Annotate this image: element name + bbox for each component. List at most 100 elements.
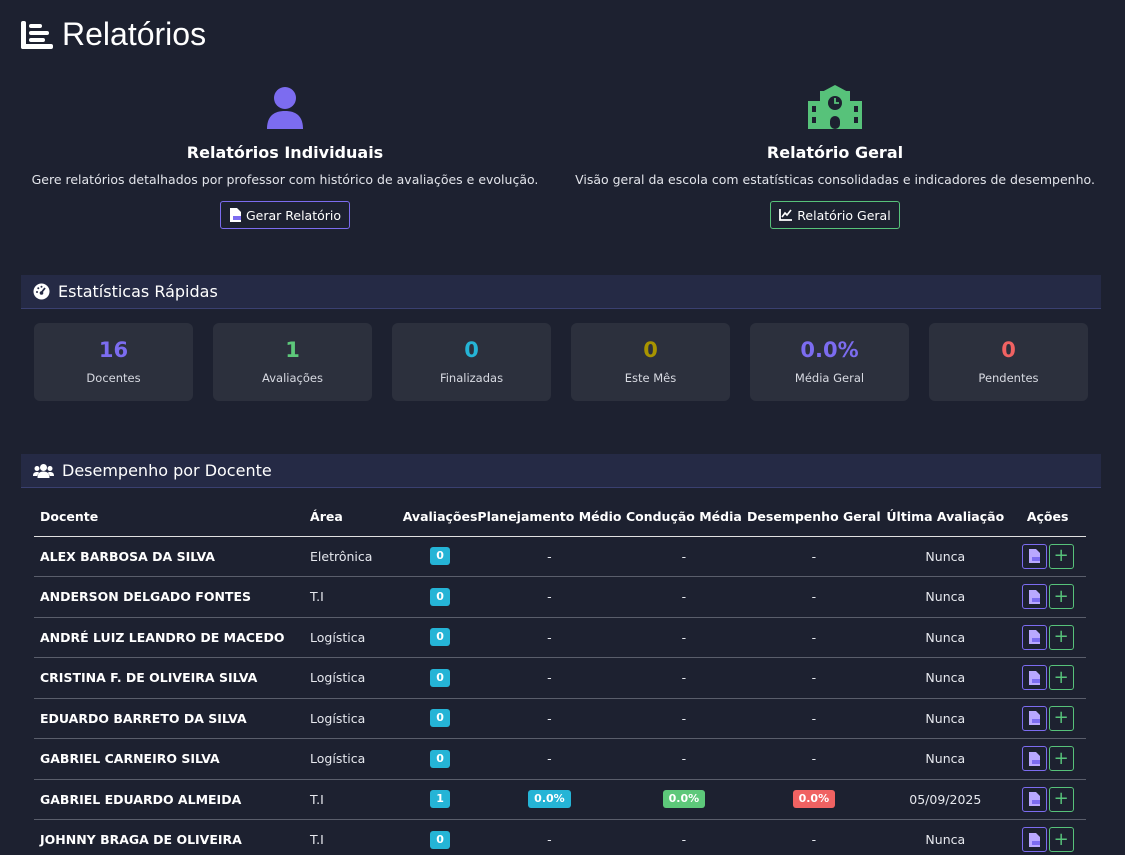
- school-icon: [808, 85, 862, 129]
- table-header-row: Docente Área Avaliações Planejamento Méd…: [34, 498, 1086, 537]
- plus-icon: +: [1053, 788, 1069, 810]
- table-row: CRISTINA F. DE OLIVEIRA SILVA Logística 0 -…: [34, 657, 1086, 699]
- user-icon: [267, 87, 303, 129]
- add-evaluation-button[interactable]: +: [1048, 543, 1074, 569]
- stat-value: 0.0%: [800, 337, 859, 362]
- column-header-planejamento[interactable]: Planejamento Médio: [477, 498, 622, 537]
- pdf-report-button[interactable]: [1021, 665, 1047, 691]
- area: T.I: [310, 576, 403, 618]
- actions-cell: +: [1009, 698, 1086, 739]
- performance-title: Desempenho por Docente: [62, 461, 272, 480]
- evaluations-cell: 0: [402, 576, 478, 618]
- column-header-docente[interactable]: Docente: [34, 498, 311, 537]
- area: Logística: [310, 738, 403, 780]
- conduct-value-cell: 0.0%: [621, 779, 747, 820]
- generate-report-button[interactable]: Gerar Relatório: [219, 201, 351, 229]
- evaluations-badge: 0: [430, 749, 451, 768]
- stat-value: 16: [98, 337, 129, 362]
- column-header-avaliacoes[interactable]: Avaliações: [402, 498, 478, 537]
- actions-cell: +: [1009, 657, 1086, 699]
- individual-reports-description: Gere relatórios detalhados por professor…: [31, 172, 539, 187]
- overall-value: -: [746, 576, 882, 618]
- pdf-report-button[interactable]: [1021, 543, 1047, 569]
- plus-icon: +: [1053, 585, 1069, 607]
- last-evaluation: Nunca: [881, 698, 1010, 739]
- evaluations-badge: 1: [430, 790, 451, 809]
- stat-label: Avaliações: [262, 370, 323, 385]
- evaluations-cell: 0: [402, 698, 478, 739]
- plus-icon: +: [1053, 828, 1069, 850]
- area: Logística: [310, 698, 403, 739]
- add-evaluation-button[interactable]: +: [1048, 746, 1074, 772]
- table-row: ALEX BARBOSA DA SILVA Eletrônica 0- - - Nunca…: [34, 536, 1086, 577]
- last-evaluation: Nunca: [881, 536, 1010, 577]
- overall-value-cell: 0.0%: [746, 779, 882, 820]
- pdf-report-button[interactable]: [1021, 624, 1047, 650]
- file-pdf-icon: [229, 208, 241, 222]
- pdf-report-button[interactable]: [1021, 705, 1047, 731]
- stat-avaliacoes: 1 Avaliações: [213, 323, 372, 401]
- actions-cell: +: [1009, 576, 1086, 618]
- area: Logística: [310, 617, 403, 658]
- add-evaluation-button[interactable]: +: [1048, 665, 1074, 691]
- stat-value: 0: [464, 337, 479, 362]
- general-report-description: Visão geral da escola com estatísticas c…: [575, 172, 1095, 187]
- pdf-report-button[interactable]: [1021, 786, 1047, 812]
- actions-cell: +: [1009, 819, 1086, 855]
- table-row: EDUARDO BARRETO DA SILVA Logística 0- - - Nun…: [34, 698, 1086, 739]
- add-evaluation-button[interactable]: +: [1048, 705, 1074, 731]
- column-header-conducao[interactable]: Condução Média: [621, 498, 747, 537]
- planning-value: -: [477, 738, 622, 780]
- stat-label: Pendentes: [978, 370, 1039, 385]
- evaluations-badge: 0: [430, 628, 451, 647]
- quick-stats-header: Estatísticas Rápidas: [21, 275, 1101, 309]
- planning-value: -: [477, 576, 622, 618]
- column-header-area[interactable]: Área: [310, 498, 403, 537]
- table-row: JOHNNY BRAGA DE OLIVEIRA T.I 0- - - Nunca +: [34, 819, 1086, 855]
- conduct-value: 0.0%: [662, 790, 706, 809]
- docente-name: EDUARDO BARRETO DA SILVA: [34, 698, 311, 739]
- add-evaluation-button[interactable]: +: [1048, 786, 1074, 812]
- actions-cell: +: [1009, 779, 1086, 820]
- add-evaluation-button[interactable]: +: [1048, 827, 1074, 853]
- overall-value: -: [746, 698, 882, 739]
- actions-cell: +: [1009, 536, 1086, 577]
- actions-cell: +: [1009, 617, 1086, 658]
- stat-label: Média Geral: [794, 370, 865, 385]
- stats-row: 16 Docentes 1 Avaliações 0 Finalizadas 0…: [34, 323, 1088, 401]
- docente-name: ANDRÉ LUIZ LEANDRO DE MACEDO: [34, 617, 311, 658]
- general-report-title: Relatório Geral: [766, 143, 904, 162]
- stat-finalizadas: 0 Finalizadas: [392, 323, 551, 401]
- individual-reports-title: Relatórios Individuais: [186, 143, 384, 162]
- evaluations-badge: 0: [430, 668, 451, 687]
- generate-report-label: Gerar Relatório: [245, 207, 342, 223]
- file-pdf-icon: [1028, 589, 1040, 604]
- pdf-report-button[interactable]: [1021, 584, 1047, 610]
- stat-este-mes: 0 Este Mês: [571, 323, 730, 401]
- column-header-ultima-avaliacao[interactable]: Última Avaliação: [881, 498, 1010, 537]
- stat-media-geral: 0.0% Média Geral: [750, 323, 909, 401]
- pdf-report-button[interactable]: [1021, 827, 1047, 853]
- performance-header: Desempenho por Docente: [21, 454, 1101, 488]
- plus-icon: +: [1053, 707, 1069, 729]
- general-report-card: Relatório Geral Visão geral da escola co…: [565, 85, 1105, 229]
- list-icon: [21, 20, 53, 49]
- file-pdf-icon: [1028, 832, 1040, 847]
- last-evaluation: Nunca: [881, 738, 1010, 780]
- evaluations-cell: 0: [402, 738, 478, 780]
- general-report-button[interactable]: Relatório Geral: [770, 201, 900, 229]
- add-evaluation-button[interactable]: +: [1048, 624, 1074, 650]
- add-evaluation-button[interactable]: +: [1048, 584, 1074, 610]
- conduct-value: -: [621, 536, 747, 577]
- plus-icon: +: [1053, 747, 1069, 769]
- column-header-acoes: Ações: [1009, 498, 1086, 537]
- docente-name: ANDERSON DELGADO FONTES: [34, 576, 311, 618]
- overall-value: -: [746, 738, 882, 780]
- pdf-report-button[interactable]: [1021, 746, 1047, 772]
- table-row: GABRIEL CARNEIRO SILVA Logística 0- - - Nunca…: [34, 738, 1086, 780]
- evaluations-badge: 0: [430, 709, 451, 728]
- column-header-desempenho[interactable]: Desempenho Geral: [746, 498, 882, 537]
- area: Logística: [310, 657, 403, 699]
- planning-value-cell: 0.0%: [477, 779, 622, 820]
- docente-name: CRISTINA F. DE OLIVEIRA SILVA: [34, 657, 311, 699]
